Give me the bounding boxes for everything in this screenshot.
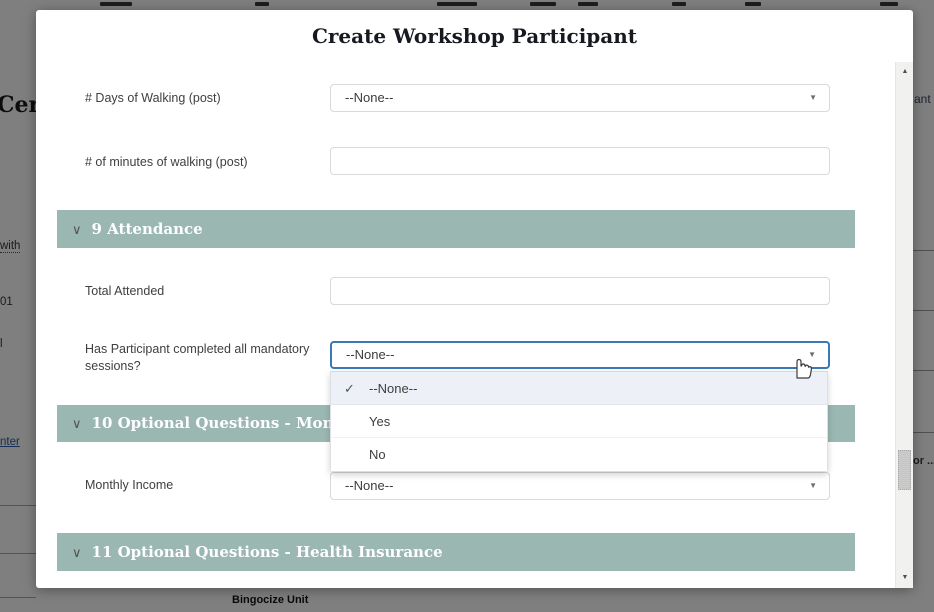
select-value: --None-- xyxy=(345,90,393,105)
days-walking-select[interactable]: --None-- ▼ xyxy=(330,84,830,112)
option-label: --None-- xyxy=(369,381,417,396)
modal-form: # Days of Walking (post) --None-- ▼ # of… xyxy=(36,62,913,588)
scroll-down-icon[interactable]: ▼ xyxy=(896,570,914,586)
modal-title: Create Workshop Participant xyxy=(36,10,913,62)
field-label-monthly-income: Monthly Income xyxy=(85,477,320,494)
chevron-down-icon: ∨ xyxy=(72,405,82,442)
chevron-down-icon: ∨ xyxy=(72,211,82,248)
section-title: 11 Optional Questions - Health Insurance xyxy=(92,543,443,561)
section-header-attendance[interactable]: ∨ 9 Attendance xyxy=(57,210,855,248)
chevron-down-icon: ▼ xyxy=(809,85,817,111)
monthly-income-select[interactable]: --None-- ▼ xyxy=(330,472,830,500)
option-label: No xyxy=(369,447,386,462)
total-attended-input[interactable] xyxy=(330,277,830,305)
field-label-days-walking: # Days of Walking (post) xyxy=(85,90,320,107)
dropdown-option-none[interactable]: ✓ --None-- xyxy=(331,372,827,405)
mandatory-sessions-dropdown: ✓ --None-- Yes No xyxy=(330,371,828,472)
scrollbar-thumb[interactable] xyxy=(898,450,911,490)
chevron-down-icon: ▼ xyxy=(809,473,817,499)
checkmark-icon: ✓ xyxy=(344,372,355,405)
select-value: --None-- xyxy=(346,347,394,362)
minutes-walking-input[interactable] xyxy=(330,147,830,175)
cursor-pointer-icon xyxy=(788,350,814,380)
create-workshop-participant-modal: Create Workshop Participant # Days of Wa… xyxy=(36,10,913,588)
field-label-total-attended: Total Attended xyxy=(85,283,320,300)
section-title: 9 Attendance xyxy=(92,220,203,238)
field-label-minutes-walking: # of minutes of walking (post) xyxy=(85,154,320,171)
scroll-up-icon[interactable]: ▲ xyxy=(896,64,914,80)
dropdown-option-yes[interactable]: Yes xyxy=(331,405,827,438)
option-label: Yes xyxy=(369,414,390,429)
chevron-down-icon: ∨ xyxy=(72,534,82,571)
dropdown-option-no[interactable]: No xyxy=(331,438,827,471)
select-value: --None-- xyxy=(345,478,393,493)
section-header-health-insurance[interactable]: ∨ 11 Optional Questions - Health Insuranc… xyxy=(57,533,855,571)
mandatory-sessions-select[interactable]: --None-- ▼ xyxy=(330,341,830,369)
field-label-mandatory-sessions: Has Participant completed all mandatory … xyxy=(85,341,320,375)
modal-scrollbar[interactable]: ▲ ▼ xyxy=(895,62,913,588)
